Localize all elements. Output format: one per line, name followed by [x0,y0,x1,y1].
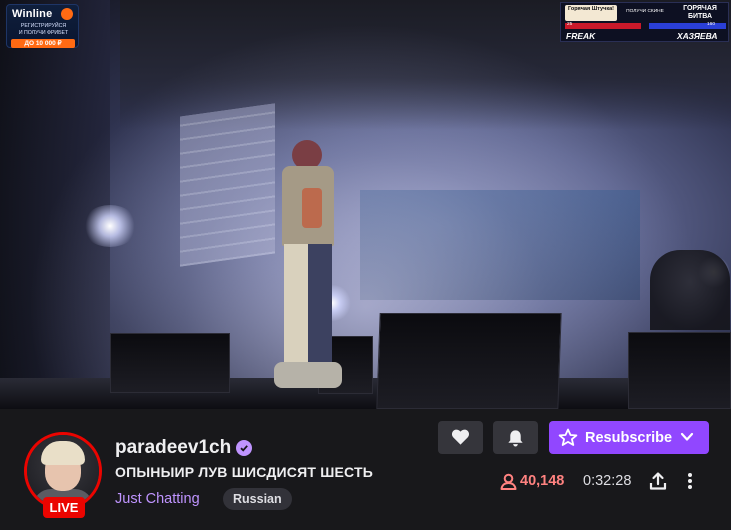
heart-icon [451,429,470,445]
hot-fight-title: ГОРЯЧАЯ БИТВА [683,5,717,20]
winline-promo-line: РЕГИСТРИРУЙСЯ [20,23,67,29]
resubscribe-label: Resubscribe [585,430,673,446]
stage-monitor-speaker [376,313,562,409]
stage-monitor-speaker [628,332,731,409]
hot-fight-name-right: ХАЗЯЕВА [677,31,718,41]
performer-pants [284,244,332,364]
viewer-count-icon [500,473,517,490]
verified-badge-icon [236,440,252,456]
more-options-dot [688,485,692,489]
hot-fight-score-right: 160 [707,22,716,27]
live-badge: LIVE [43,497,85,518]
star-icon [558,428,578,446]
chevron-down-icon [680,432,694,441]
share-icon[interactable] [648,471,668,491]
hot-fight-bar-left [565,23,641,29]
resubscribe-button[interactable]: Resubscribe [549,421,709,454]
performer-shoes [274,362,342,388]
winline-promo-line: И ПОЛУЧИ ФРИБЕТ [18,30,69,36]
hot-fight-middle-text: ПОЛУЧИ СКИНЕ [626,9,664,14]
more-options-icon[interactable] [684,471,696,491]
winline-ad-overlay: Winline РЕГИСТРИРУЙСЯ И ПОЛУЧИ ФРИБЕТ ДО… [6,4,79,48]
winline-logo: Winline [12,8,53,20]
category-link[interactable]: Just Chatting [115,491,200,507]
hot-fight-overlay: Горячая Штучка! ПОЛУЧИ СКИНЕ ГОРЯЧАЯ БИТ… [560,2,729,42]
avatar-hair [41,441,85,465]
hot-fight-badge: Горячая Штучка! [565,5,617,21]
viewer-count: 40,148 [520,473,565,489]
stream-page: Winline РЕГИСТРИРУЙСЯ И ПОЛУЧИ ФРИБЕТ ДО… [0,0,731,530]
stream-title: ОПЫНЫИР ЛУВ ШИСДИСЯТ ШЕСТЬ [115,464,373,480]
channel-name[interactable]: paradeev1ch [115,437,231,459]
performer [262,140,342,395]
performer-shirt-print [302,188,322,228]
winline-amount: ДО 10 000 ₽ [11,39,75,48]
bell-icon [508,430,523,447]
hot-fight-score-left: 25 [567,22,573,27]
tag-russian[interactable]: Russian [223,488,292,510]
winline-logo-icon [61,8,73,20]
video-player[interactable]: Winline РЕГИСТРИРУЙСЯ И ПОЛУЧИ ФРИБЕТ ДО… [0,0,731,409]
stage-light [82,205,138,247]
crew-member [650,250,730,330]
more-options-dot [688,473,692,477]
notifications-button[interactable] [493,421,538,454]
stream-uptime: 0:32:28 [583,473,632,489]
hot-fight-name-left: FREAK [566,31,596,41]
stage-monitor-speaker [110,333,230,393]
follow-button[interactable] [438,421,483,454]
more-options-dot [688,479,692,483]
